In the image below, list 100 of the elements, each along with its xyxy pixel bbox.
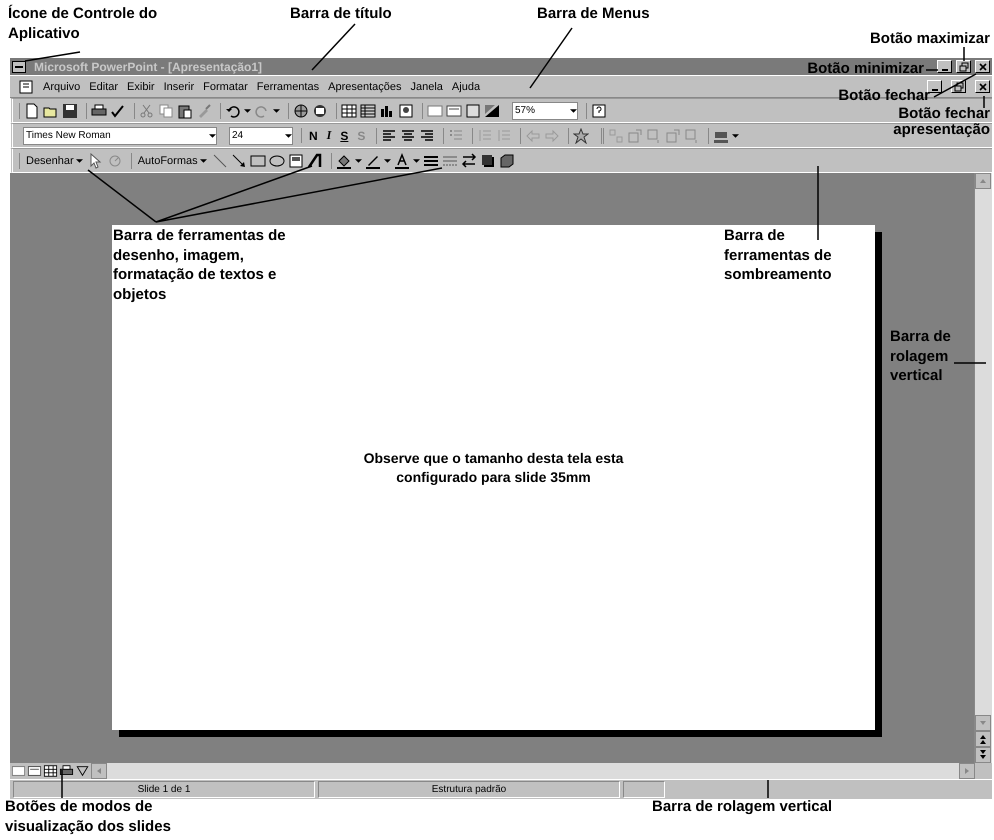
close-icon	[978, 62, 988, 72]
caret-icon	[570, 108, 577, 112]
3d-box-icon[interactable]	[498, 152, 515, 168]
star-icon[interactable]	[573, 128, 590, 144]
status-design-name: Estrutura padrão	[318, 781, 620, 798]
caret-icon	[285, 134, 292, 138]
view-mode-icon[interactable]	[43, 764, 58, 778]
caret-icon	[209, 134, 216, 138]
menu-item[interactable]: Janela	[410, 80, 443, 92]
annotation-label: Barra de Menus	[537, 4, 650, 24]
menu-item[interactable]: Inserir	[164, 80, 194, 92]
leader-line	[926, 69, 938, 71]
wordart-icon[interactable]	[306, 152, 323, 168]
annotation-label: Barra de título	[290, 4, 392, 24]
menu-item[interactable]: Apresentações	[328, 80, 402, 92]
vertical-scrollbar[interactable]	[974, 173, 992, 763]
control-menu-icon[interactable]	[12, 60, 26, 72]
close-button[interactable]	[975, 60, 990, 73]
next-slide-icon[interactable]	[975, 747, 991, 763]
status-panel	[623, 781, 665, 798]
slide-icon[interactable]	[427, 102, 443, 118]
slide-text: Observe que o tamanho desta tela esta configurado para slide 35mm	[362, 448, 624, 486]
grayscale-icon[interactable]	[484, 102, 500, 118]
rectangle-icon[interactable]	[250, 152, 266, 168]
annotation-label: Barra de rolagem vertical	[890, 327, 952, 386]
text-style-button[interactable]: N	[306, 128, 321, 142]
globe-icon[interactable]	[293, 102, 309, 118]
close-icon	[978, 82, 988, 92]
menu-item[interactable]: Ferramentas	[256, 80, 320, 92]
text-style-button[interactable]: S	[337, 128, 352, 142]
leader-line	[24, 51, 80, 62]
window-title: Microsoft PowerPoint - [Apresentação1]	[34, 60, 262, 74]
caret-icon[interactable]	[384, 158, 391, 162]
menu-item[interactable]: Exibir	[127, 80, 155, 92]
text-box-icon[interactable]	[288, 152, 304, 168]
caret-icon[interactable]	[732, 134, 740, 138]
arrows-icon[interactable]	[460, 152, 477, 168]
pointer-icon[interactable]	[88, 152, 104, 168]
square-icon[interactable]	[465, 102, 481, 118]
leader-line	[529, 28, 573, 88]
menu-item[interactable]: Arquivo	[43, 80, 80, 92]
table-icon[interactable]	[341, 102, 357, 118]
annotation-label: Botões de modos de visualização dos slides	[5, 797, 172, 836]
menu-item[interactable]: Ajuda	[452, 80, 480, 92]
document-icon[interactable]	[18, 78, 34, 94]
status-slide-number: Slide 1 de 1	[13, 781, 315, 798]
save-icon[interactable]	[62, 102, 78, 118]
leader-line	[934, 73, 976, 98]
caret-icon[interactable]	[273, 108, 280, 112]
line-icon[interactable]	[212, 152, 228, 168]
ellipse-icon[interactable]	[268, 152, 285, 168]
annotation-label: Barra de ferramentas de sombreamento	[724, 226, 833, 284]
annotation-label: Botão minimizar	[807, 59, 924, 78]
caret-icon[interactable]	[412, 158, 420, 162]
caret-icon[interactable]	[354, 158, 362, 162]
annotation-label: Botão fechar	[838, 86, 930, 106]
minimize-button[interactable]	[937, 60, 952, 73]
help-icon[interactable]	[591, 102, 607, 118]
spellcheck-icon[interactable]	[110, 102, 126, 118]
annotation-label: Barra de ferramentas de desenho, imagem, formatação de textos e objetos	[113, 226, 287, 304]
leader-line	[963, 47, 965, 61]
leader-line	[954, 362, 986, 364]
paste-icon[interactable]	[177, 102, 193, 118]
text-style-button[interactable]: I	[324, 128, 334, 143]
previous-slide-icon[interactable]	[975, 731, 991, 747]
caret-icon	[76, 158, 83, 162]
draw-menu-button[interactable]: Desenhar	[24, 154, 85, 166]
leader-line	[311, 23, 356, 71]
leader-line	[983, 96, 985, 108]
autoshapes-menu-button[interactable]: AutoFormas	[136, 154, 209, 166]
slide-show-icon[interactable]	[75, 764, 90, 778]
annotation-label: Botão fechar apresentação	[892, 106, 990, 138]
menu-item[interactable]: Editar	[89, 80, 118, 92]
spreadsheet-icon[interactable]	[360, 102, 376, 118]
font-dropdown[interactable]: Times New Roman	[23, 126, 217, 144]
align-center-icon[interactable]	[400, 128, 416, 144]
font-size-dropdown[interactable]: 24	[229, 126, 293, 144]
menu-item[interactable]: Formatar	[203, 80, 248, 92]
view-mode-icon[interactable]	[27, 764, 42, 778]
new-document-icon[interactable]	[24, 102, 40, 118]
caret-icon[interactable]	[244, 108, 251, 112]
close-button[interactable]	[975, 80, 990, 93]
align-right-icon[interactable]	[419, 128, 436, 144]
leader-line	[767, 780, 769, 798]
arrow-icon[interactable]	[230, 152, 247, 168]
annotation-label: Ícone de Controle do Aplicativo	[8, 4, 158, 43]
maximize-button[interactable]	[956, 60, 971, 73]
minimize-icon	[932, 88, 938, 90]
leader-line	[61, 770, 63, 798]
caret-icon	[200, 158, 207, 162]
print-icon[interactable]	[91, 102, 107, 118]
shadow-icon[interactable]	[480, 152, 496, 168]
zoom-dropdown[interactable]: 57%	[512, 102, 578, 120]
paint-bucket-icon[interactable]	[336, 152, 352, 168]
align-left-icon[interactable]	[381, 128, 398, 144]
layout-icon[interactable]	[446, 102, 462, 118]
annotation-label: Barra de rolagem vertical	[652, 797, 832, 816]
view-mode-icon[interactable]	[59, 764, 74, 778]
font-color-icon[interactable]	[394, 152, 410, 168]
picture-icon[interactable]	[398, 102, 414, 118]
